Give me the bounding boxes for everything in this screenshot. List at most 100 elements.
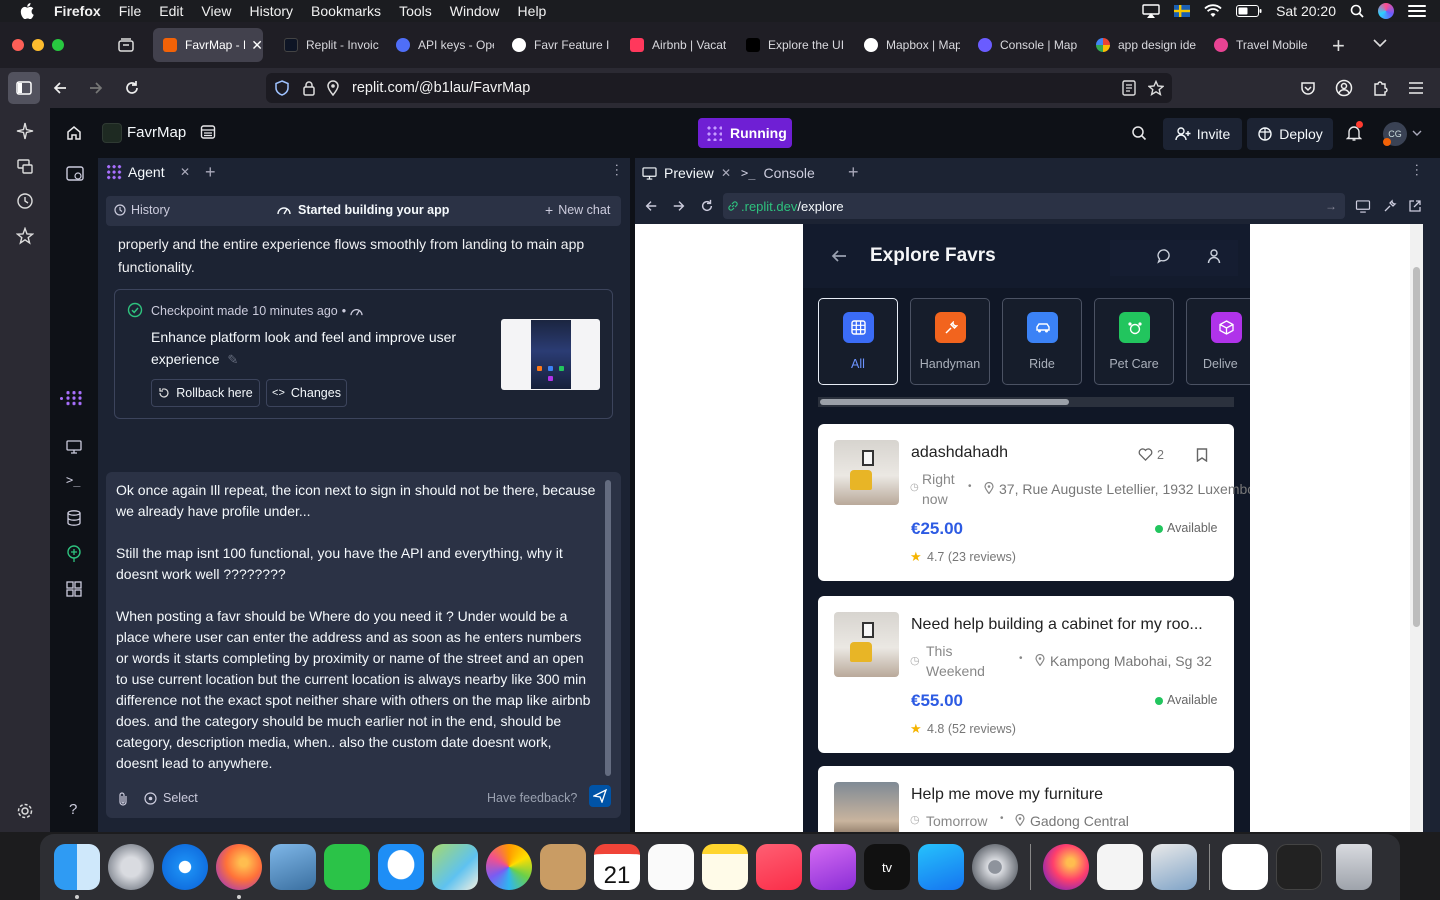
browser-tab[interactable]: API keys - Ope (386, 28, 494, 62)
facetime-icon[interactable] (324, 844, 370, 890)
chevron-down-icon[interactable] (1412, 130, 1422, 137)
changes-button[interactable]: <> Changes (266, 379, 347, 407)
shell-tool-icon[interactable]: >_ (66, 473, 80, 487)
pane-options-icon[interactable]: ··· (610, 163, 626, 177)
bookmarks-star-icon[interactable] (16, 227, 34, 245)
address-bar[interactable]: replit.com/@b1lau/FavrMap (266, 73, 1172, 103)
messages-icon[interactable] (378, 844, 424, 890)
system-settings-icon[interactable] (972, 844, 1018, 890)
browser-tab[interactable]: Explore the UI (736, 28, 844, 62)
shield-icon[interactable] (274, 80, 290, 96)
category-pet-care-button[interactable]: Pet Care (1094, 298, 1174, 385)
agent-tool-icon[interactable] (65, 390, 83, 406)
browser-tab[interactable]: FavrMap - R ✕ (153, 28, 263, 62)
bookmark-star-icon[interactable] (1148, 80, 1164, 96)
airplay-icon[interactable] (1142, 4, 1160, 18)
send-button[interactable] (589, 785, 611, 807)
list-all-tabs-icon[interactable] (1373, 38, 1387, 48)
location-permission-icon[interactable] (326, 80, 340, 96)
finder-icon[interactable] (54, 844, 100, 899)
close-tab-icon[interactable]: ✕ (251, 37, 263, 54)
browser-tab[interactable]: Favr Feature Ir (502, 28, 610, 62)
menu-app-name[interactable]: Firefox (54, 3, 101, 19)
app-store-icon[interactable] (918, 844, 964, 890)
pane-options-icon[interactable]: ··· (1410, 163, 1426, 177)
battery-icon[interactable] (1236, 5, 1262, 17)
ai-chatbot-icon[interactable] (16, 122, 34, 140)
category-handyman-button[interactable]: Handyman (910, 298, 990, 385)
url-text[interactable]: replit.com/@b1lau/FavrMap (352, 80, 530, 96)
project-name[interactable]: FavrMap (127, 124, 186, 141)
category-delivery-button[interactable]: Delive (1186, 298, 1250, 385)
menu-history[interactable]: History (249, 3, 293, 19)
agent-tab[interactable]: Agent ✕ (98, 158, 196, 188)
console-tab[interactable]: >_ Console (739, 158, 835, 188)
sweden-flag-icon[interactable] (1174, 5, 1191, 17)
trash-icon[interactable] (1336, 844, 1372, 890)
favr-card[interactable]: Need help building a cabinet for my roo.… (818, 596, 1234, 753)
wifi-icon[interactable] (1204, 4, 1222, 18)
siri-icon[interactable] (1378, 3, 1394, 19)
menu-help[interactable]: Help (518, 3, 547, 19)
page-scrollbar-thumb[interactable] (1413, 267, 1420, 627)
app-menu-icon[interactable] (1408, 81, 1424, 95)
close-tab-icon[interactable]: ✕ (721, 166, 731, 180)
tab-overview-icon[interactable] (117, 36, 135, 54)
history-clock-icon[interactable] (16, 192, 34, 210)
close-tab-icon[interactable]: ✕ (180, 165, 190, 179)
pocket-icon[interactable] (1300, 80, 1316, 96)
contacts-icon[interactable] (540, 844, 586, 890)
preview-app-icon[interactable] (270, 844, 316, 890)
all-tools-grid-icon[interactable] (66, 581, 82, 597)
forward-arrow-icon[interactable] (672, 199, 686, 213)
menu-tools[interactable]: Tools (399, 3, 432, 19)
file-tree-icon[interactable] (66, 166, 84, 182)
new-tab-plus-icon[interactable]: + (848, 162, 859, 183)
devtools-wrench-icon[interactable] (1383, 199, 1397, 213)
history-button[interactable]: History (114, 203, 170, 217)
category-all-button[interactable]: All (818, 298, 898, 385)
preview-tab[interactable]: Preview ✕ (635, 158, 735, 188)
music-icon[interactable] (756, 844, 802, 890)
select-element-button[interactable]: Select (144, 791, 198, 805)
lock-icon[interactable] (302, 80, 316, 96)
synced-tabs-icon[interactable] (16, 157, 34, 175)
photos-icon[interactable] (486, 844, 532, 890)
account-icon[interactable] (1335, 79, 1353, 97)
zoom-window-button[interactable] (52, 39, 64, 51)
menu-edit[interactable]: Edit (159, 3, 183, 19)
favr-card[interactable]: Help me move my furniture ◷ Tomorrow • G… (818, 766, 1234, 832)
new-tab-icon[interactable]: + (1332, 33, 1345, 59)
home-icon[interactable] (66, 125, 82, 141)
new-chat-button[interactable]: + New chat (545, 203, 610, 217)
invite-button[interactable]: Invite (1163, 118, 1242, 150)
menu-bookmarks[interactable]: Bookmarks (311, 3, 381, 19)
safari-icon[interactable] (162, 844, 208, 890)
reminders-icon[interactable] (648, 844, 694, 890)
menu-clock[interactable]: Sat 20:20 (1276, 3, 1336, 19)
apple-icon[interactable] (20, 3, 34, 19)
edit-pencil-icon[interactable]: ✎ (227, 352, 238, 367)
go-arrow-icon[interactable]: → (1325, 199, 1337, 213)
browser-tab[interactable]: Travel Mobile (1204, 28, 1312, 62)
notes-icon[interactable] (702, 844, 748, 890)
firefox-icon[interactable] (216, 844, 262, 899)
profile-user-icon[interactable] (1207, 248, 1221, 264)
database-tool-icon[interactable] (67, 510, 81, 526)
launchpad-icon[interactable] (108, 844, 154, 890)
chat-bubble-icon[interactable] (1157, 248, 1173, 264)
extensions-icon[interactable] (1372, 79, 1388, 97)
reader-view-icon[interactable] (1122, 80, 1136, 96)
minimize-window-button[interactable] (32, 39, 44, 51)
browser-tab[interactable]: Airbnb | Vacat (620, 28, 726, 62)
deployments-tool-icon[interactable] (66, 545, 82, 563)
menu-file[interactable]: File (119, 3, 142, 19)
project-files-icon[interactable] (200, 124, 216, 140)
bookmark-icon[interactable] (1196, 448, 1208, 462)
textedit-icon[interactable] (1097, 844, 1143, 890)
menu-window[interactable]: Window (450, 3, 500, 19)
open-new-tab-icon[interactable] (1408, 199, 1422, 213)
device-preview-icon[interactable] (1355, 200, 1371, 213)
composer-scrollbar[interactable] (605, 480, 611, 776)
maps-icon[interactable] (432, 844, 478, 890)
